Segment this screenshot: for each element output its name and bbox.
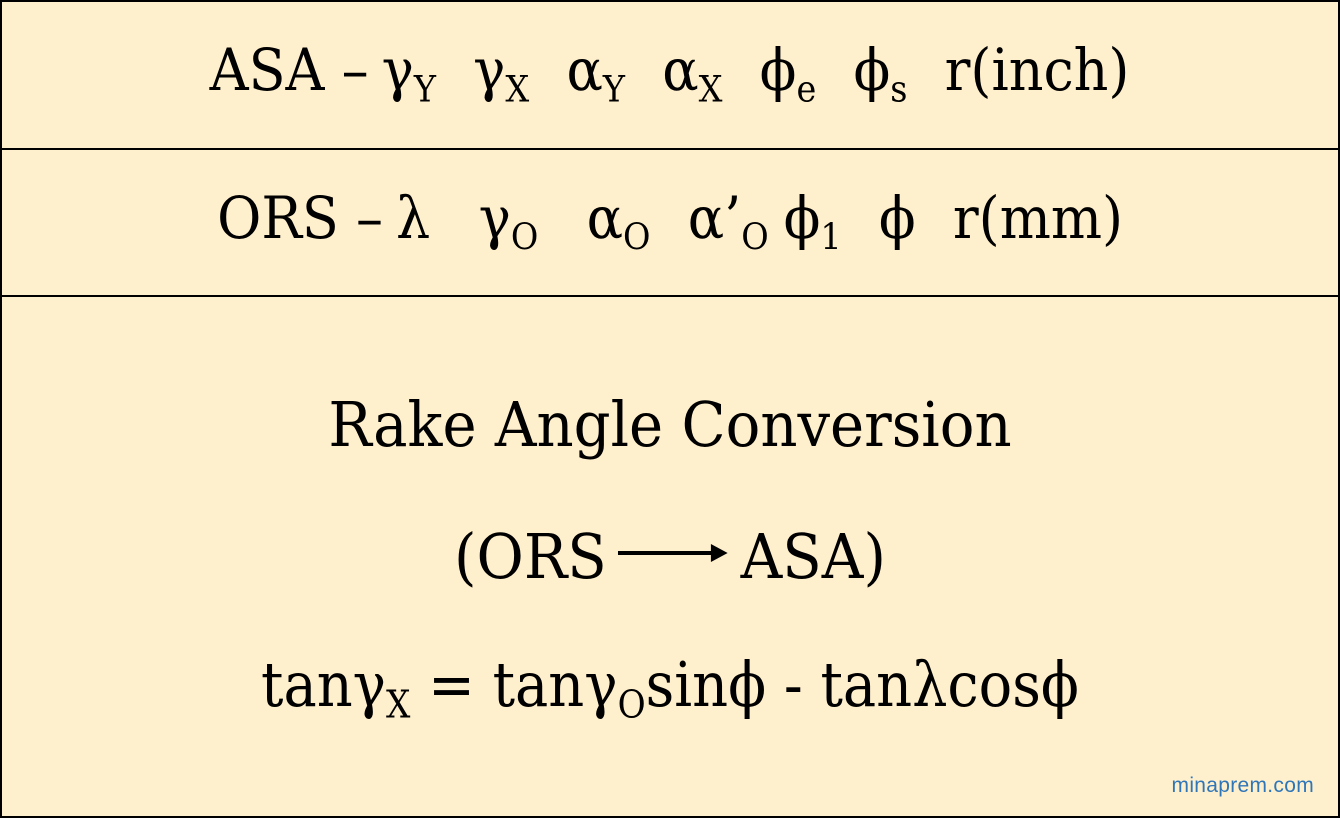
asa-nose-radius: r(inch) [945,36,1130,105]
ors-symbol-principal-cutting-edge-angle: ϕ [878,183,916,252]
asa-dash: – [342,36,370,105]
notation-card: ASA – γY γX αY αX ϕe ϕs r(inch) ORS – λ … [0,0,1340,818]
formula-term1-subscript: O [617,682,646,727]
ors-notation-row: ORS – λ γO αO α’O ϕ1 ϕ r(mm) [2,150,1338,297]
formula-lhs-subscript: X [386,682,411,727]
watermark-link[interactable]: minaprem.com [1172,774,1314,798]
asa-symbol-line: ASA – γY γX αY αX ϕe ϕs r(inch) [210,41,1130,109]
formula-term2: tanλcosϕ [820,648,1079,721]
conversion-direction: (ORS ASA) [454,520,886,593]
ors-symbol-line: ORS – λ γO αO α’O ϕ1 ϕ r(mm) [217,189,1123,257]
right-arrow-icon [617,544,728,562]
ors-nose-radius: r(mm) [952,183,1123,252]
formula-term1-fn: tan [492,648,585,721]
asa-symbol-rake-x: γX [473,36,530,111]
asa-symbol-end-cutting-edge-angle: ϕe [760,36,817,111]
asa-symbol-clearance-x: αX [662,36,723,111]
conversion-title: Rake Angle Conversion [328,388,1012,461]
arrow-head [710,544,728,562]
conversion-formula: tanγX = tanγOsinϕ - tanλcosϕ [69,654,1271,727]
asa-notation-row: ASA – γY γX αY αX ϕe ϕs r(inch) [2,2,1338,150]
arrow-shaft [617,551,715,555]
formula-minus: - [766,648,821,721]
target-system-label: ASA [740,520,864,593]
ors-symbol-auxiliary-cutting-edge-angle: ϕ1 [783,183,842,259]
ors-symbol-orthogonal-clearance: αO [586,183,651,259]
formula-term1-symbol: γ [584,648,618,721]
formula-lhs-fn: tan [261,648,353,721]
asa-system-label: ASA [210,36,325,105]
ors-symbol-inclination-angle: λ [395,183,431,252]
asa-symbol-side-cutting-edge-angle: ϕs [853,36,908,111]
asa-symbol-clearance-y: αY [566,36,626,111]
formula-equals: = [410,648,493,721]
asa-symbol-rake-y: γY [382,36,437,111]
ors-dash: – [355,183,383,252]
formula-term1-trig: sinϕ [645,648,767,721]
source-system-label: ORS [476,520,607,593]
ors-symbol-orthogonal-rake: γO [478,183,539,259]
ors-symbol-auxiliary-clearance: α’O [687,183,769,259]
formula-lhs-symbol: γ [352,648,387,721]
ors-system-label: ORS [217,183,339,252]
